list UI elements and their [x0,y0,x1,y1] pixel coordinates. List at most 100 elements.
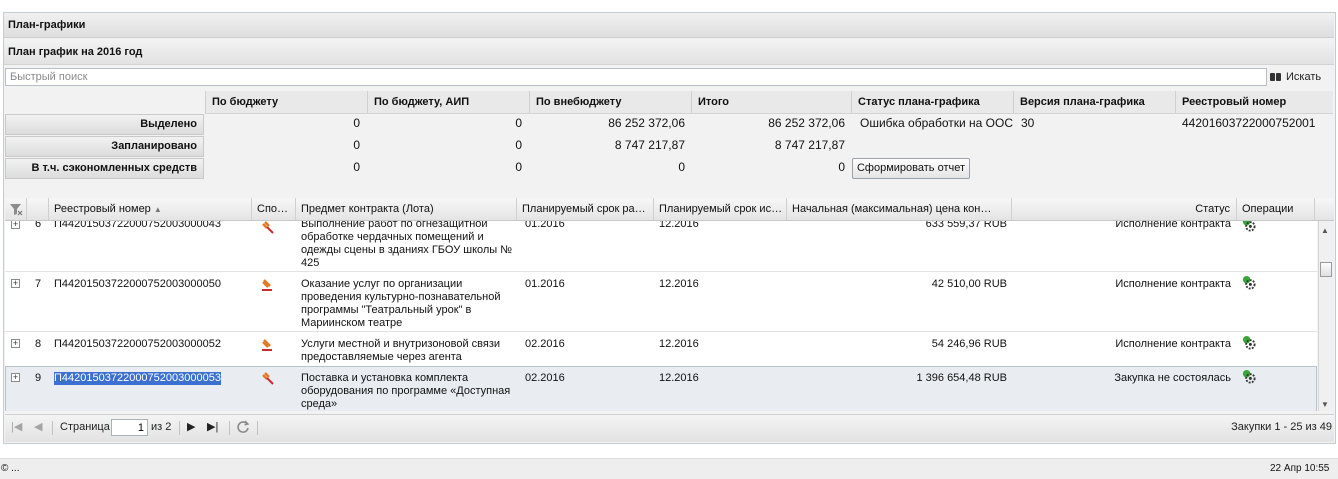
filter-icon [10,204,23,216]
row-status: Исполнение контракта [1115,338,1231,350]
row-end-term: 12.2016 [659,372,699,384]
row-end-term: 12.2016 [659,221,699,230]
scroll-up-arrow[interactable]: ▲ [1321,226,1329,235]
col-extra-budget: По внебюджету [529,91,691,113]
col-status[interactable]: Статус [1012,198,1237,220]
row-status: Исполнение контракта [1115,278,1231,290]
col-method[interactable]: Спо… [252,198,296,220]
row-status: Исполнение контракта [1115,221,1231,230]
row-reg-number[interactable]: П44201503722000752003000052 [54,338,221,351]
page-of-label: из 2 [151,421,172,433]
col-operations[interactable]: Операции [1237,198,1315,220]
auction-hammer-icon [262,372,274,385]
footer-copyright: © ... [1,463,20,474]
quick-search-input[interactable] [5,68,1267,86]
last-page-icon[interactable]: ▶| [207,414,218,441]
col-reg-number: Реестровый номер [1175,91,1333,113]
search-button-label: Искать [1286,71,1322,83]
allocated-budget-aip: 0 [515,116,522,130]
grid-body: + 6 П44201503722000752003000043 Выполнен… [5,221,1317,411]
planned-total: 8 747 217,87 [774,138,845,152]
generate-report-button[interactable]: Сформировать отчет [852,158,970,179]
prev-page-icon[interactable]: ◀ [34,414,42,441]
filter-clear-button[interactable] [5,198,27,220]
row-subject: Услуги местной и внутризоновой связи пре… [301,338,501,363]
row-reg-number[interactable]: П44201503722000752003000043 [54,221,221,231]
summary-header: По бюджету По бюджету, АИП По внебюджету… [205,91,1333,114]
search-button[interactable]: Искать [1270,68,1334,87]
auction-hammer-icon [262,279,272,291]
gear-icon[interactable] [1241,369,1256,384]
panel-subtitle: План график на 2016 год [4,39,1334,65]
col-subject[interactable]: Предмет контракта (Лота) [296,198,517,220]
plus-square-icon[interactable]: + [11,221,20,229]
plus-square-icon[interactable]: + [11,373,20,382]
row-label-allocated: Выделено [5,114,204,135]
pager-separator [52,421,53,435]
saved-extra-budget: 0 [678,160,685,174]
refresh-icon[interactable] [235,419,251,435]
allocated-extra-budget: 86 252 372,06 [608,116,685,130]
planned-budget: 0 [353,138,360,152]
plan-status-value: Ошибка обработки на ООС [860,116,1013,130]
col-grid-reg-number-label: Реестровый номер [54,203,151,215]
saved-budget-aip: 0 [515,160,522,174]
next-page-icon[interactable]: ▶ [187,414,195,441]
saved-total: 0 [838,160,845,174]
planned-extra-budget: 8 747 217,87 [614,138,685,152]
col-rownum [27,198,49,220]
row-label-saved: В т.ч. сэкономленных средств [5,158,204,179]
allocated-budget: 0 [353,116,360,130]
row-price: 1 396 654,48 RUB [916,372,1007,384]
scroll-down-arrow[interactable]: ▼ [1321,400,1329,409]
gear-icon[interactable] [1241,275,1256,290]
plus-square-icon[interactable]: + [11,339,20,348]
paging-toolbar [5,414,1334,442]
sort-asc-icon: ▲ [153,205,162,214]
row-end-term: 12.2016 [659,338,699,350]
col-total: Итого [691,91,851,113]
grid-header: Реестровый номер ▲ Спо… Предмет контракт… [5,198,1334,221]
row-reg-number[interactable]: П44201503722000752003000053 [54,372,221,385]
table-row-selected[interactable]: + 9 П44201503722000752003000053 Поставка… [5,366,1317,411]
footer-datetime: 22 Апр 10:55 [1270,463,1330,474]
col-start-term[interactable]: Планируемый срок ра… [517,198,654,220]
grid-scrollbar[interactable] [1318,221,1334,411]
row-price: 42 510,00 RUB [931,278,1007,290]
page-number-input[interactable] [111,419,148,436]
planned-budget-aip: 0 [515,138,522,152]
panel-title: План-графики [4,13,1334,38]
col-grid-reg-number[interactable]: Реестровый номер ▲ [49,198,252,220]
plus-square-icon[interactable]: + [11,279,20,288]
row-subject: Выполнение работ по огнезащитной обработ… [301,221,513,269]
gear-icon[interactable] [1241,221,1256,232]
scroll-thumb[interactable] [1320,262,1332,277]
row-subject: Оказание услуг по организации проведения… [301,278,501,329]
row-start-term: 02.2016 [525,372,565,384]
pager-separator [179,421,180,435]
status-footer: © ... 22 Апр 10:55 [0,458,1338,479]
reg-number-value: 44201603722000752001 [1182,116,1316,130]
pager-separator [229,421,230,435]
row-reg-number[interactable]: П44201503722000752003000050 [54,278,221,291]
col-end-term[interactable]: Планируемый срок ис… [654,198,787,220]
row-number: 7 [35,278,42,290]
auction-hammer-icon [262,339,272,351]
row-start-term: 01.2016 [525,221,565,230]
allocated-total: 86 252 372,06 [768,116,845,130]
gear-icon[interactable] [1241,335,1256,350]
row-subject: Поставка и установка комплекта оборудова… [301,372,511,410]
row-status: Закупка не состоялась [1114,372,1231,384]
row-label-planned: Запланировано [5,136,204,157]
first-page-icon[interactable]: |◀ [11,414,22,441]
col-max-price[interactable]: Начальная (максимальная) цена кон… [787,198,1012,220]
row-start-term: 02.2016 [525,338,565,350]
col-plan-status: Статус плана-графика [851,91,1013,113]
row-start-term: 01.2016 [525,278,565,290]
records-range: Закупки 1 - 25 из 49 [1231,421,1332,433]
row-price: 633 559,37 RUB [925,221,1007,230]
row-number: 8 [35,338,42,350]
row-number: 9 [35,372,42,384]
row-divider [5,331,1317,332]
col-budget: По бюджету [205,91,367,113]
